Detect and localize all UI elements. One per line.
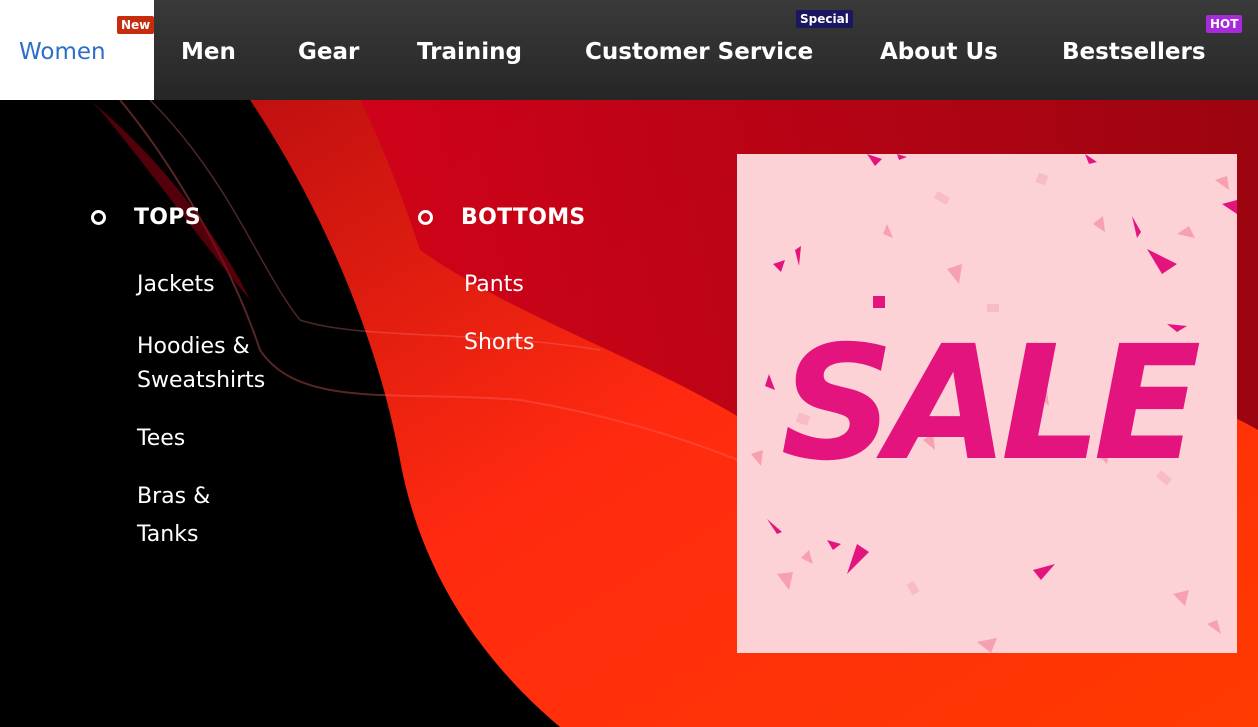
nav-item-label: Women — [19, 39, 106, 65]
nav-item-label: Gear — [298, 39, 360, 65]
bullet-icon — [91, 210, 106, 225]
sale-heading: SALE — [780, 311, 1202, 496]
bottoms-links: Pants Shorts — [464, 270, 586, 358]
sale-promo-banner[interactable]: SALE — [737, 154, 1237, 653]
tops-heading-label: TOPS — [134, 205, 201, 230]
tops-heading[interactable]: TOPS — [91, 205, 265, 230]
nav-item-gear[interactable]: Gear — [298, 0, 359, 100]
menu-link-hoodies-line2[interactable]: Sweatshirts — [137, 366, 265, 396]
nav-item-label: Customer Service — [585, 39, 814, 65]
menu-link-shorts[interactable]: Shorts — [464, 328, 586, 358]
menu-link-hoodies-line1[interactable]: Hoodies & — [137, 328, 265, 366]
nav-item-label: Training — [417, 39, 523, 65]
menu-link-pants[interactable]: Pants — [464, 270, 586, 300]
bottoms-heading[interactable]: BOTTOMS — [418, 205, 586, 230]
tops-column: TOPS Jackets Hoodies & Sweatshirts Tees … — [91, 205, 265, 550]
tops-links: Jackets Hoodies & Sweatshirts Tees Bras … — [137, 270, 265, 550]
nav-item-bestsellers[interactable]: Bestsellers — [1062, 0, 1206, 100]
nav-item-men[interactable]: Men — [181, 0, 236, 100]
nav-item-women[interactable]: Women — [0, 0, 154, 100]
hot-badge: HOT — [1206, 15, 1243, 33]
menu-link-bras-line1[interactable]: Bras & — [137, 482, 265, 512]
nav-item-training[interactable]: Training — [417, 0, 522, 100]
nav-item-label: Bestsellers — [1062, 39, 1206, 65]
women-mega-menu: TOPS Jackets Hoodies & Sweatshirts Tees … — [0, 100, 1258, 727]
nav-item-customer-service[interactable]: Customer Service — [585, 0, 813, 100]
menu-link-tees[interactable]: Tees — [137, 424, 265, 454]
main-navigation: Women New Men Gear Training Customer Ser… — [0, 0, 1258, 100]
menu-link-bras-line2[interactable]: Tanks — [137, 520, 265, 550]
menu-link-jackets[interactable]: Jackets — [137, 270, 265, 300]
new-badge: New — [117, 16, 155, 34]
nav-item-about-us[interactable]: About Us — [880, 0, 998, 100]
nav-item-label: Men — [181, 39, 236, 65]
bullet-icon — [418, 210, 433, 225]
bottoms-heading-label: BOTTOMS — [461, 205, 586, 230]
nav-item-label: About Us — [880, 39, 998, 65]
bottoms-column: BOTTOMS Pants Shorts — [418, 205, 586, 358]
special-badge: Special — [796, 10, 853, 28]
